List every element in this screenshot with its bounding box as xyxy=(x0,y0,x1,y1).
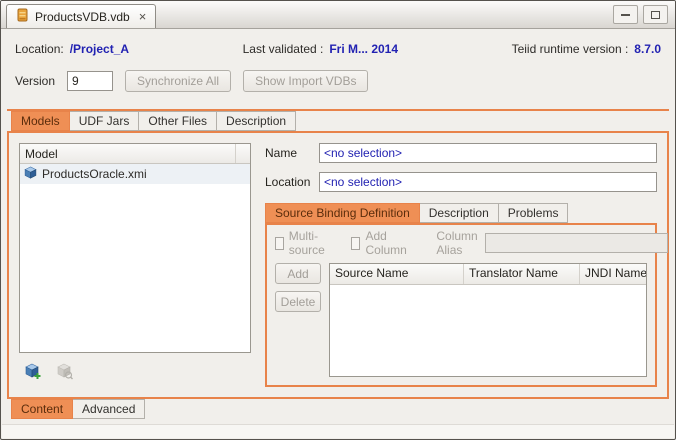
editor-tab-title: ProductsVDB.vdb xyxy=(35,10,130,24)
source-name-column-header: Source Name xyxy=(330,264,464,284)
model-location-label: Location xyxy=(265,175,319,189)
multi-source-label: Multi-source xyxy=(289,229,329,257)
binding-buttons: Add Delete xyxy=(275,263,321,377)
source-binding-panel: Multi-source Add Column Column Alias Add xyxy=(265,223,657,387)
add-model-icon[interactable] xyxy=(23,362,41,380)
bottom-tab-strip: Content Advanced xyxy=(11,399,145,419)
close-icon[interactable]: × xyxy=(139,10,147,23)
last-validated-value: Fri M... 2014 xyxy=(329,42,398,56)
model-details-panel: Name Location Source Binding Definition … xyxy=(265,143,657,387)
add-column-label: Add Column xyxy=(365,229,410,257)
tab-content[interactable]: Content xyxy=(11,399,73,419)
add-source-button[interactable]: Add xyxy=(275,263,321,284)
tab-detail-description[interactable]: Description xyxy=(420,203,499,223)
name-input[interactable] xyxy=(319,143,657,163)
tab-other-files[interactable]: Other Files xyxy=(139,111,217,131)
tab-source-binding-definition[interactable]: Source Binding Definition xyxy=(265,203,420,223)
version-row: Version Synchronize All Show Import VDBs xyxy=(15,69,368,93)
version-input[interactable] xyxy=(67,71,113,91)
minimize-icon xyxy=(621,14,630,16)
model-row[interactable]: ProductsOracle.xmi xyxy=(20,164,250,184)
main-tab-strip: Models UDF Jars Other Files Description xyxy=(11,111,296,131)
last-validated-label: Last validated : xyxy=(243,42,324,56)
vdb-info-row: Location: /Project_A Last validated : Fr… xyxy=(15,41,661,57)
sources-table-body[interactable] xyxy=(330,285,646,376)
synchronize-model-icon[interactable] xyxy=(55,362,73,380)
binding-options-row: Multi-source Add Column Column Alias xyxy=(275,233,647,253)
tab-advanced[interactable]: Advanced xyxy=(73,399,145,419)
models-table-header: Model xyxy=(20,144,250,164)
translator-name-column-header: Translator Name xyxy=(464,264,580,284)
minimize-button[interactable] xyxy=(613,5,638,24)
multi-source-checkbox[interactable] xyxy=(275,237,284,250)
runtime-version-value: 8.7.0 xyxy=(634,42,661,56)
synchronize-all-button[interactable]: Synchronize All xyxy=(125,70,231,92)
vdb-file-icon xyxy=(16,8,29,25)
show-import-vdbs-button[interactable]: Show Import VDBs xyxy=(243,70,368,92)
sources-table-header: Source Name Translator Name JNDI Name xyxy=(330,264,646,285)
tab-description[interactable]: Description xyxy=(217,111,296,131)
maximize-button[interactable] xyxy=(643,5,668,24)
column-alias-label: Column Alias xyxy=(436,229,477,257)
editor-tab-bar: ProductsVDB.vdb × xyxy=(1,1,675,29)
model-location-input[interactable] xyxy=(319,172,657,192)
name-label: Name xyxy=(265,146,319,160)
editor-tab-productsvdb[interactable]: ProductsVDB.vdb × xyxy=(6,4,156,28)
models-table: Model ProductsOracle.xmi xyxy=(19,143,251,353)
bottom-scroll-strip[interactable] xyxy=(2,424,674,438)
detail-tab-strip: Source Binding Definition Description Pr… xyxy=(265,203,657,223)
tab-models[interactable]: Models xyxy=(11,111,70,131)
model-icon xyxy=(24,166,37,182)
tab-problems[interactable]: Problems xyxy=(499,203,569,223)
maximize-icon xyxy=(651,11,660,19)
models-toolbar xyxy=(19,362,251,380)
jndi-name-column-header: JNDI Name xyxy=(580,264,646,284)
binding-main-area: Add Delete Source Name Translator Name J… xyxy=(275,263,647,377)
runtime-version-label: Teiid runtime version : xyxy=(512,42,629,56)
tab-udf-jars[interactable]: UDF Jars xyxy=(70,111,140,131)
vdb-editor-window: ProductsVDB.vdb × Location: /Project_A L… xyxy=(0,0,676,440)
models-list-panel: Model ProductsOracle.xmi xyxy=(19,143,251,387)
column-alias-input[interactable] xyxy=(485,233,668,253)
add-column-checkbox[interactable] xyxy=(351,237,360,250)
sources-table: Source Name Translator Name JNDI Name xyxy=(329,263,647,377)
version-label: Version xyxy=(15,74,55,88)
delete-source-button[interactable]: Delete xyxy=(275,291,321,312)
model-name: ProductsOracle.xmi xyxy=(42,167,147,181)
location-value: /Project_A xyxy=(70,42,129,56)
window-controls xyxy=(613,5,668,24)
models-tab-content: Model ProductsOracle.xmi xyxy=(7,131,669,399)
location-label: Location: xyxy=(15,42,64,56)
